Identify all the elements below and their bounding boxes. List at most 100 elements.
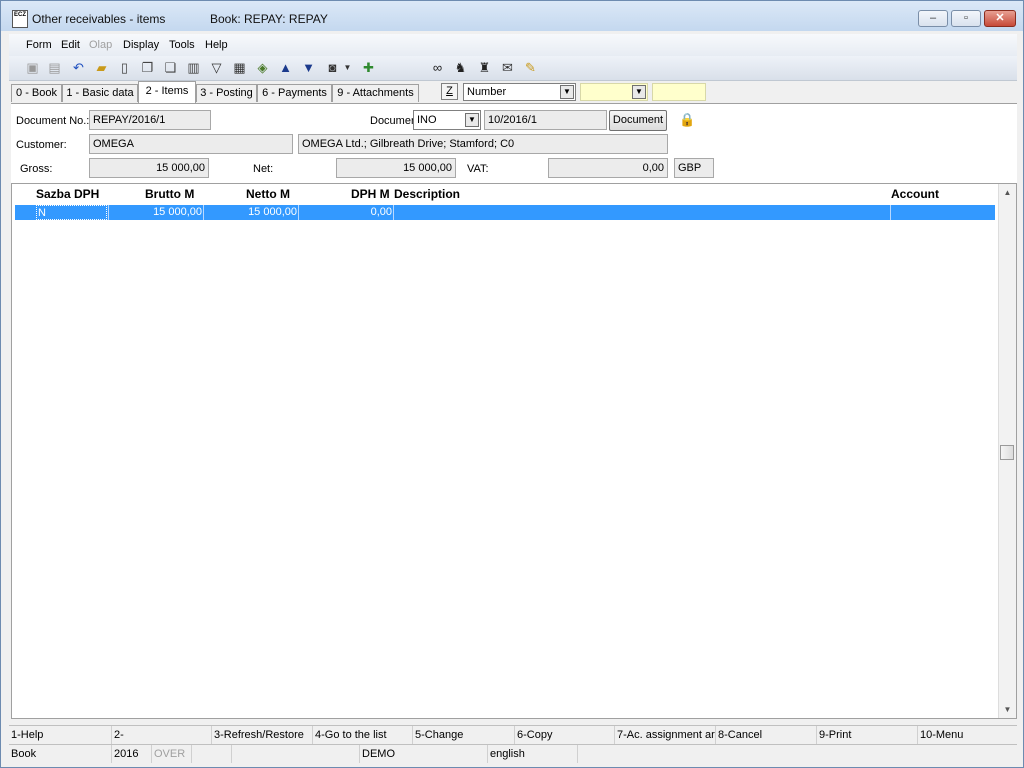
tab-payments[interactable]: 6 - Payments bbox=[257, 84, 332, 102]
fkey-help[interactable]: 1-Help bbox=[9, 726, 112, 744]
fkey-cancel[interactable]: 8-Cancel bbox=[716, 726, 817, 744]
app-icon: ECZ bbox=[12, 10, 28, 28]
fkey-2[interactable]: 2- bbox=[112, 726, 212, 744]
sort-select-value: Number bbox=[467, 86, 507, 98]
z-button[interactable]: Z bbox=[441, 83, 458, 100]
table-row[interactable]: N 15 000,00 15 000,00 0,00 bbox=[15, 205, 995, 220]
menu-display[interactable]: Display bbox=[123, 39, 159, 51]
status-bar: Book 2016 OVER DEMO english bbox=[9, 744, 1017, 763]
document-label: Documer bbox=[370, 115, 415, 127]
client-area: Form Edit Olap Display Tools Help ▣ ▤ ↶ … bbox=[9, 31, 1017, 764]
fkey-copy[interactable]: 6-Copy bbox=[515, 726, 615, 744]
filter-icon[interactable]: ▽ bbox=[209, 60, 224, 75]
menu-form[interactable]: Form bbox=[26, 39, 52, 51]
maximize-button[interactable]: ▫ bbox=[951, 10, 981, 27]
arrow-up-icon[interactable]: ▲ bbox=[278, 60, 293, 75]
fkey-refresh[interactable]: 3-Refresh/Restore bbox=[212, 726, 313, 744]
find-next-icon[interactable]: ♞ bbox=[453, 60, 468, 75]
fkey-account-assignment[interactable]: 7-Ac. assignment ar bbox=[615, 726, 716, 744]
book-icon[interactable]: ▥ bbox=[186, 60, 201, 75]
document-type-select[interactable]: INO ▼ bbox=[413, 110, 481, 130]
column-header-dph[interactable]: DPH M bbox=[351, 187, 390, 201]
tab-items[interactable]: 2 - Items bbox=[138, 81, 196, 103]
toolbar: ▣ ▤ ↶ ▰ ▯ ❐ ❏ ▥ ▽ ▦ ◈ ▲ ▼ ◙ ▼ ✚ ∞ ♞ ♜ ✉ … bbox=[9, 56, 1017, 81]
close-button[interactable]: ✕ bbox=[984, 10, 1016, 27]
fkey-change[interactable]: 5-Change bbox=[413, 726, 515, 744]
status-message bbox=[578, 745, 1017, 763]
document-button[interactable]: Document bbox=[609, 110, 667, 131]
customer-code-field[interactable]: OMEGA bbox=[89, 134, 293, 154]
status-database: DEMO bbox=[360, 745, 488, 763]
column-header-description[interactable]: Description bbox=[394, 187, 460, 201]
chevron-down-icon[interactable]: ▼ bbox=[560, 85, 574, 99]
tab-book[interactable]: 0 - Book bbox=[11, 84, 62, 102]
vat-label: VAT: bbox=[467, 163, 489, 175]
column-header-account[interactable]: Account bbox=[891, 187, 939, 201]
customer-address-field: OMEGA Ltd.; Gilbreath Drive; Stamford; C… bbox=[298, 134, 668, 154]
status-spacer bbox=[232, 745, 360, 763]
document-no-field[interactable]: REPAY/2016/1 bbox=[89, 110, 211, 130]
column-header-sazba-dph[interactable]: Sazba DPH bbox=[36, 187, 99, 201]
document-ref-field[interactable]: 10/2016/1 bbox=[484, 110, 607, 130]
tab-basic-data[interactable]: 1 - Basic data bbox=[62, 84, 138, 102]
menu-edit[interactable]: Edit bbox=[61, 39, 80, 51]
cell-netto[interactable]: 15 000,00 bbox=[204, 205, 297, 220]
tab-posting[interactable]: 3 - Posting bbox=[196, 84, 257, 102]
cell-account[interactable] bbox=[891, 205, 995, 220]
vertical-scrollbar[interactable]: ▲ ▼ bbox=[998, 184, 1016, 718]
save-as-icon[interactable]: ▤ bbox=[47, 60, 62, 75]
chevron-down-icon[interactable]: ▼ bbox=[465, 113, 479, 127]
dropdown-icon[interactable]: ▼ bbox=[343, 60, 352, 75]
status-module: Book bbox=[9, 745, 112, 763]
scroll-thumb[interactable] bbox=[1000, 445, 1014, 460]
fkey-menu[interactable]: 10-Menu bbox=[918, 726, 1017, 744]
cell-sazba-dph[interactable]: N bbox=[36, 205, 107, 220]
cell-dph[interactable]: 0,00 bbox=[299, 205, 392, 220]
minimize-button[interactable]: – bbox=[918, 10, 948, 27]
net-label: Net: bbox=[253, 163, 274, 175]
arrow-down-icon[interactable]: ▼ bbox=[301, 60, 316, 75]
folder-edit-icon[interactable]: ✎ bbox=[523, 60, 538, 75]
sort-select[interactable]: Number ▼ bbox=[463, 83, 576, 101]
envelope-icon[interactable]: ✉ bbox=[500, 60, 515, 75]
status-empty bbox=[192, 745, 232, 763]
save-icon[interactable]: ▣ bbox=[25, 60, 40, 75]
new-document-icon[interactable]: ▯ bbox=[117, 60, 132, 75]
copy-document-icon[interactable]: ❐ bbox=[140, 60, 155, 75]
camera-icon[interactable]: ◙ bbox=[325, 60, 340, 75]
status-language: english bbox=[488, 745, 578, 763]
menu-tools[interactable]: Tools bbox=[169, 39, 195, 51]
filter-document-icon[interactable]: ▦ bbox=[232, 60, 247, 75]
menu-olap[interactable]: Olap bbox=[89, 39, 112, 51]
pin-icon[interactable]: ✚ bbox=[361, 60, 376, 75]
fkey-go-to-list[interactable]: 4-Go to the list bbox=[313, 726, 413, 744]
column-header-brutto[interactable]: Brutto M bbox=[145, 187, 194, 201]
chevron-down-icon[interactable]: ▼ bbox=[632, 85, 646, 99]
scroll-up-icon[interactable]: ▲ bbox=[999, 184, 1016, 201]
open-folder-icon[interactable]: ▰ bbox=[94, 60, 109, 75]
undo-icon[interactable]: ↶ bbox=[71, 60, 86, 75]
scroll-down-icon[interactable]: ▼ bbox=[999, 701, 1016, 718]
document-type-value: INO bbox=[417, 114, 437, 126]
cell-brutto[interactable]: 15 000,00 bbox=[109, 205, 202, 220]
binoculars-icon[interactable]: ∞ bbox=[430, 60, 445, 75]
vat-field: 0,00 bbox=[548, 158, 668, 178]
net-field: 15 000,00 bbox=[336, 158, 456, 178]
filter-field[interactable] bbox=[652, 83, 706, 101]
gross-label: Gross: bbox=[20, 163, 53, 175]
items-grid[interactable]: Sazba DPH Brutto M Netto M DPH M Descrip… bbox=[11, 183, 1017, 719]
cell-description[interactable] bbox=[394, 205, 889, 220]
filter-combo[interactable]: ▼ bbox=[580, 83, 648, 101]
money-icon[interactable]: ◈ bbox=[255, 60, 270, 75]
tab-attachments[interactable]: 9 - Attachments bbox=[332, 84, 419, 102]
fkey-print[interactable]: 9-Print bbox=[817, 726, 918, 744]
find-all-icon[interactable]: ♜ bbox=[477, 60, 492, 75]
application-window: ECZ Other receivables - items Book: REPA… bbox=[0, 0, 1024, 768]
currency-field: GBP bbox=[674, 158, 714, 178]
window-title: Other receivables - items bbox=[32, 12, 166, 26]
menu-bar: Form Edit Olap Display Tools Help bbox=[9, 34, 1017, 57]
paste-icon[interactable]: ❏ bbox=[163, 60, 178, 75]
column-header-netto[interactable]: Netto M bbox=[246, 187, 290, 201]
lock-icon: 🔒 bbox=[679, 112, 696, 127]
menu-help[interactable]: Help bbox=[205, 39, 228, 51]
